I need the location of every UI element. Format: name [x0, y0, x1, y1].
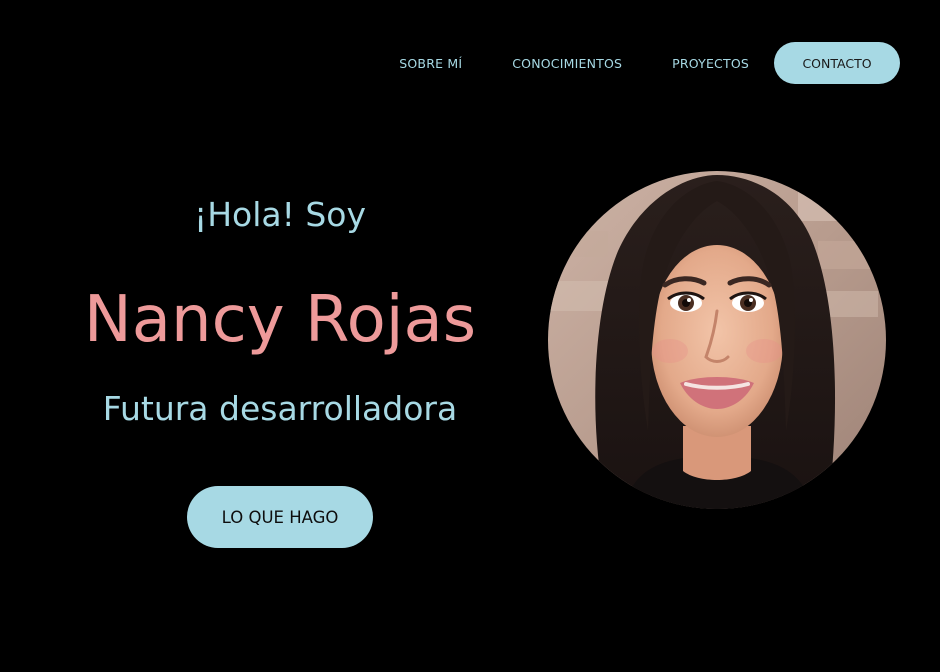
- hero-section: ¡Hola! Soy Nancy Rojas Futura desarrolla…: [30, 185, 530, 439]
- profile-photo: [548, 171, 886, 509]
- main-nav: SOBRE MÍ CONOCIMIENTOS PROYECTOS CONTACT…: [399, 42, 900, 84]
- hero-greeting: ¡Hola! Soy: [193, 195, 366, 234]
- nav-link-conocimientos[interactable]: CONOCIMIENTOS: [512, 56, 622, 71]
- hero-name: Nancy Rojas: [83, 283, 477, 357]
- lo-que-hago-button[interactable]: LO QUE HAGO: [187, 486, 373, 548]
- hero-role: Futura desarrolladora: [102, 389, 458, 428]
- nav-link-proyectos[interactable]: PROYECTOS: [672, 56, 749, 71]
- nav-link-sobre-mi[interactable]: SOBRE MÍ: [399, 56, 462, 71]
- contact-button[interactable]: CONTACTO: [774, 42, 900, 84]
- profile-photo-illustration: [548, 171, 886, 509]
